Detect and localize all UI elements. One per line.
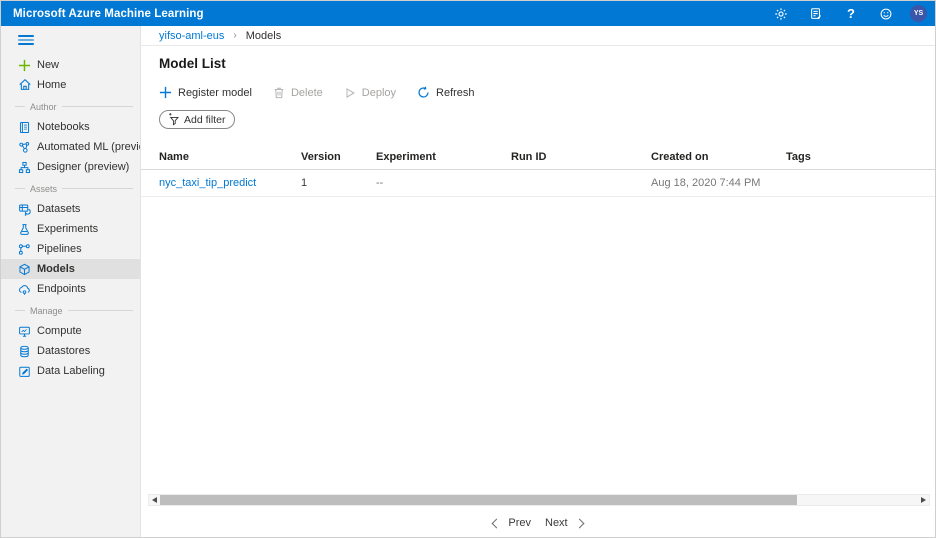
endpoints-cloud-icon [17, 282, 32, 297]
hamburger-icon[interactable] [18, 35, 34, 45]
topbar-actions: ? YS [770, 3, 927, 25]
trash-icon [273, 86, 285, 99]
sidebar-item-label: Designer (preview) [37, 161, 129, 173]
chevron-left-icon [492, 518, 502, 528]
deploy-button[interactable]: Deploy [344, 87, 396, 99]
sidebar-item-label: Notebooks [37, 121, 90, 133]
register-model-button[interactable]: Register model [159, 86, 252, 99]
plus-icon [159, 86, 172, 99]
chevron-right-icon: › [233, 30, 236, 41]
column-header-tags: Tags [786, 151, 917, 163]
model-version: 1 [301, 177, 376, 189]
experiments-icon [17, 222, 32, 237]
column-header-name: Name [159, 151, 301, 163]
sidebar-item-label: Endpoints [37, 283, 86, 295]
pipelines-icon [17, 242, 32, 257]
plus-icon [17, 58, 32, 73]
app-title: Microsoft Azure Machine Learning [13, 8, 204, 20]
sidebar-item-label: Models [37, 263, 75, 275]
column-header-created-on: Created on [651, 151, 786, 163]
models-table: Name Version Experiment Run ID Created o… [141, 145, 935, 197]
topbar: Microsoft Azure Machine Learning ? [1, 1, 935, 26]
model-created-on: Aug 18, 2020 7:44 PM [651, 177, 786, 189]
breadcrumb-workspace-link[interactable]: yifso-aml-eus [159, 30, 224, 42]
model-name-link[interactable]: nyc_taxi_tip_predict [159, 177, 301, 189]
datasets-icon [17, 202, 32, 217]
sidebar-item-label: Datastores [37, 345, 90, 357]
sidebar-item-label: Data Labeling [37, 365, 105, 377]
notebook-icon [17, 120, 32, 135]
sidebar-item-label: Datasets [37, 203, 80, 215]
horizontal-scrollbar[interactable] [148, 494, 930, 506]
feedback-form-icon[interactable] [805, 3, 827, 25]
sidebar-item-home[interactable]: Home [1, 75, 140, 95]
sidebar-item-new[interactable]: New [1, 55, 140, 75]
refresh-icon [417, 86, 430, 99]
sidebar-section-manage: Manage [1, 301, 140, 320]
prev-page-button[interactable]: Prev [493, 517, 531, 529]
sidebar-item-label: Compute [37, 325, 82, 337]
add-filter-funnel-icon [167, 113, 180, 126]
sidebar-item-pipelines[interactable]: Pipelines [1, 239, 140, 259]
table-row[interactable]: nyc_taxi_tip_predict 1 -- Aug 18, 2020 7… [141, 170, 935, 197]
toolbar: Register model Delete Deploy Refresh [159, 86, 935, 99]
chevron-right-icon [574, 518, 584, 528]
gear-icon[interactable] [770, 3, 792, 25]
breadcrumb-current: Models [246, 30, 281, 42]
filter-row: Add filter [159, 110, 935, 131]
page-title: Model List [159, 56, 935, 71]
column-header-experiment: Experiment [376, 151, 511, 163]
sidebar-item-label: Home [37, 79, 66, 91]
sidebar-item-designer[interactable]: Designer (preview) [1, 157, 140, 177]
help-icon[interactable]: ? [840, 3, 862, 25]
sidebar: New Home Author Notebooks [1, 26, 141, 537]
sidebar-item-data-labeling[interactable]: Data Labeling [1, 361, 140, 381]
next-page-button[interactable]: Next [545, 517, 583, 529]
sidebar-item-models[interactable]: Models [1, 259, 140, 279]
scrollbar-track[interactable] [160, 495, 918, 505]
designer-icon [17, 160, 32, 175]
sidebar-item-datastores[interactable]: Datastores [1, 341, 140, 361]
sidebar-item-automated-ml[interactable]: Automated ML (preview) [1, 137, 140, 157]
add-filter-button[interactable]: Add filter [159, 110, 235, 129]
data-labeling-icon [17, 364, 32, 379]
sidebar-item-label: New [37, 59, 59, 71]
model-experiment: -- [376, 177, 511, 189]
sidebar-section-assets: Assets [1, 179, 140, 198]
sidebar-item-label: Experiments [37, 223, 98, 235]
sidebar-item-compute[interactable]: Compute [1, 321, 140, 341]
sidebar-item-label: Automated ML (preview) [37, 141, 141, 153]
refresh-button[interactable]: Refresh [417, 86, 475, 99]
main-content: yifso-aml-eus › Models Model List Regist… [141, 26, 935, 537]
column-header-run-id: Run ID [511, 151, 651, 163]
column-header-version: Version [301, 151, 376, 163]
datastores-icon [17, 344, 32, 359]
sidebar-item-datasets[interactable]: Datasets [1, 199, 140, 219]
avatar[interactable]: YS [910, 5, 927, 22]
deploy-play-icon [344, 87, 356, 99]
app-window: Microsoft Azure Machine Learning ? [0, 0, 936, 538]
models-cube-icon [17, 262, 32, 277]
home-icon [17, 78, 32, 93]
breadcrumb: yifso-aml-eus › Models [141, 26, 935, 46]
pagination: Prev Next [141, 509, 935, 537]
sidebar-item-label: Pipelines [37, 243, 82, 255]
sidebar-item-notebooks[interactable]: Notebooks [1, 117, 140, 137]
sidebar-section-author: Author [1, 97, 140, 116]
sidebar-item-experiments[interactable]: Experiments [1, 219, 140, 239]
scrollbar-thumb[interactable] [160, 495, 797, 505]
smiley-icon[interactable] [875, 3, 897, 25]
scroll-right-arrow[interactable] [918, 495, 929, 505]
compute-icon [17, 324, 32, 339]
scroll-left-arrow[interactable] [149, 495, 160, 505]
table-header-row: Name Version Experiment Run ID Created o… [141, 145, 935, 170]
delete-button[interactable]: Delete [273, 86, 323, 99]
sidebar-item-endpoints[interactable]: Endpoints [1, 279, 140, 299]
automated-ml-icon [17, 140, 32, 155]
